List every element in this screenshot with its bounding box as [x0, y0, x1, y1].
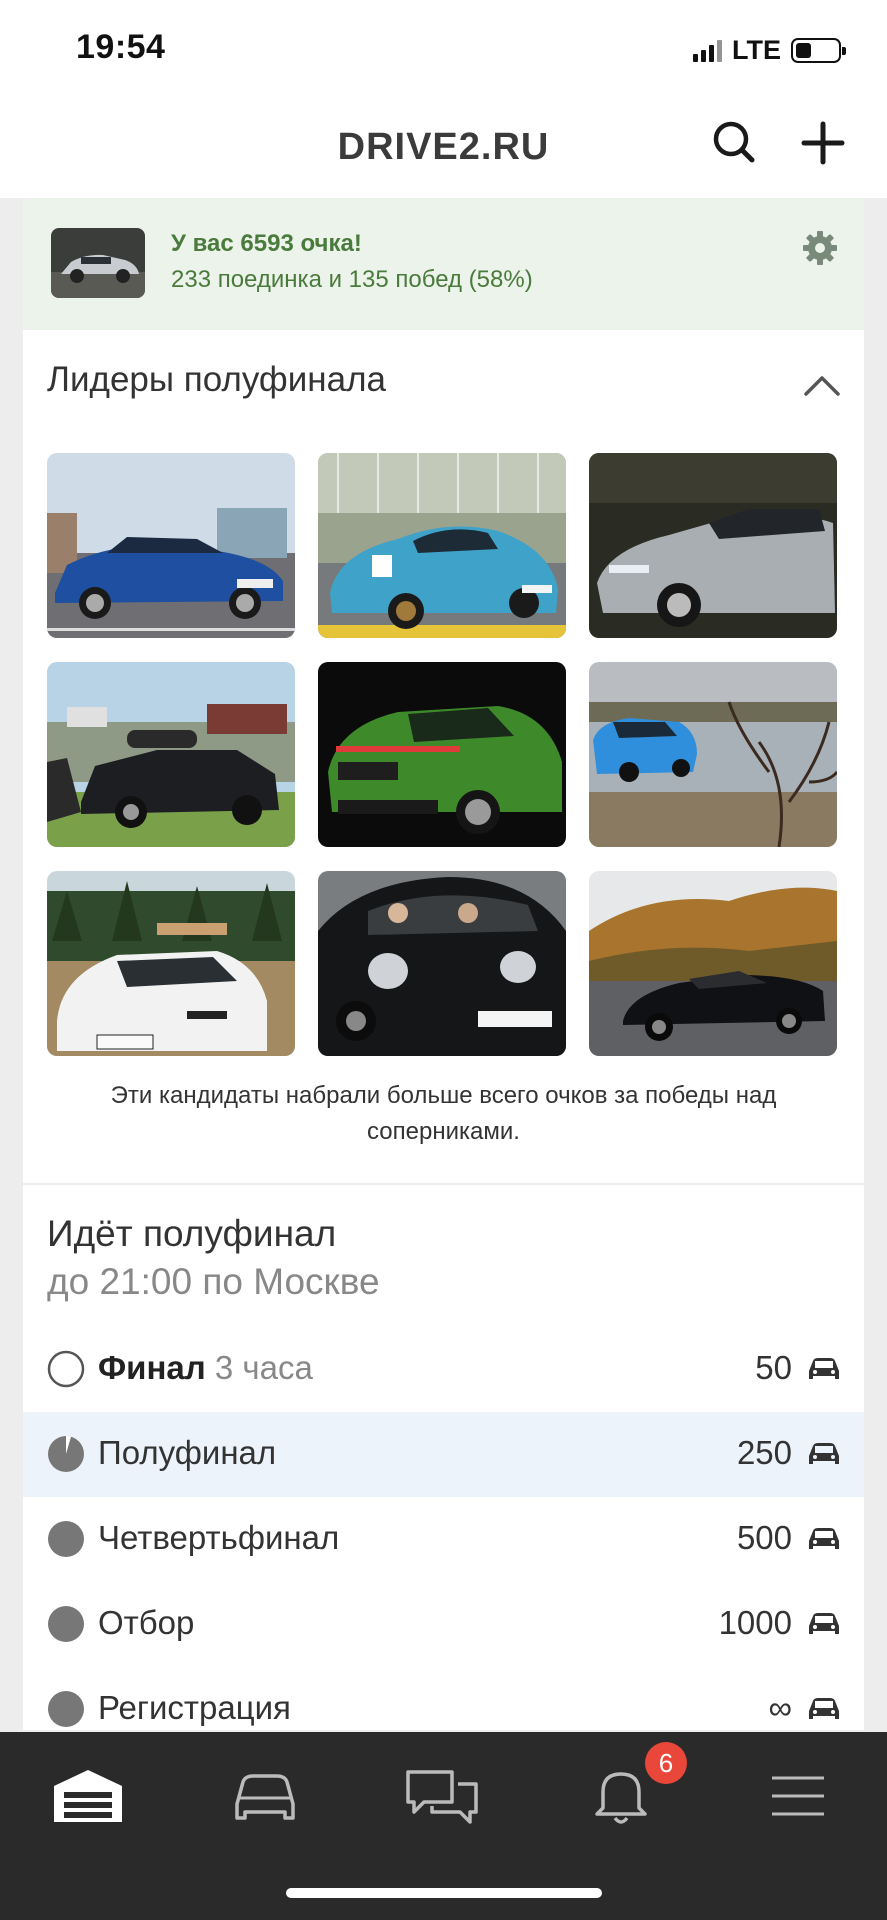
rounds-subtitle: до 21:00 по Москве	[47, 1261, 380, 1302]
car-outline-icon	[235, 1774, 295, 1820]
leader-photo[interactable]	[47, 871, 295, 1056]
round-value: 250	[736, 1434, 792, 1471]
app-header: DRIVE2.RU	[0, 98, 887, 198]
score-subtitle: 233 поединка и 135 побед (58%)	[171, 266, 533, 293]
round-value: 500	[736, 1519, 792, 1556]
leaders-note: Эти кандидаты набрали больше всего очков…	[110, 1082, 777, 1145]
score-card[interactable]: У вас 6593 очка! 233 поединка и 135 побе…	[23, 198, 864, 330]
round-done-icon	[48, 1691, 84, 1727]
car-icon	[809, 1443, 839, 1464]
user-car-avatar[interactable]	[51, 228, 145, 298]
round-current-icon	[48, 1436, 84, 1472]
gear-icon[interactable]	[800, 228, 840, 268]
round-label: Четвертьфинал	[98, 1519, 340, 1556]
round-label: Регистрация	[98, 1689, 291, 1726]
messages-icon	[406, 1770, 478, 1824]
round-value: 50	[755, 1349, 792, 1386]
leader-photo[interactable]	[47, 662, 295, 847]
leader-photo[interactable]	[589, 453, 837, 638]
rounds-title: Идёт полуфинал	[47, 1213, 337, 1254]
signal-icon	[693, 38, 722, 62]
car-icon	[809, 1613, 839, 1634]
round-value: ∞	[768, 1689, 792, 1726]
leaders-card: Лидеры полуфинала Эти кандидаты набрали …	[23, 330, 864, 1183]
status-bar: 19:54 LTE	[0, 0, 887, 98]
tab-garage[interactable]	[48, 1764, 128, 1828]
round-row-semifinal[interactable]: Полуфинал 250	[23, 1412, 864, 1497]
leaders-title: Лидеры полуфинала	[47, 360, 386, 399]
network-label: LTE	[732, 34, 781, 65]
leader-photo[interactable]	[318, 871, 566, 1056]
round-label: Финал 3 часа	[98, 1349, 313, 1386]
round-value: 1000	[718, 1604, 792, 1641]
score-title: У вас 6593 очка!	[171, 230, 362, 257]
car-icon	[809, 1358, 839, 1379]
status-indicators: LTE	[693, 34, 846, 66]
round-row-final[interactable]: Финал 3 часа 50	[23, 1327, 864, 1412]
menu-icon	[772, 1776, 824, 1816]
home-indicator[interactable]	[286, 1888, 602, 1898]
chevron-up-icon[interactable]	[802, 372, 842, 398]
leader-photo[interactable]	[589, 662, 837, 847]
car-icon	[809, 1528, 839, 1549]
search-icon[interactable]	[710, 118, 760, 168]
leader-photo[interactable]	[318, 662, 566, 847]
round-upcoming-icon	[47, 1350, 85, 1388]
leaders-grid	[47, 453, 841, 1056]
tab-menu[interactable]	[758, 1764, 838, 1828]
notifications-badge[interactable]: 6	[645, 1742, 687, 1784]
garage-icon	[54, 1770, 122, 1822]
plus-icon[interactable]	[800, 120, 846, 166]
round-label: Полуфинал	[98, 1434, 277, 1471]
car-icon	[809, 1698, 839, 1719]
round-row-selection[interactable]: Отбор 1000	[23, 1582, 864, 1667]
leader-photo[interactable]	[318, 453, 566, 638]
round-done-icon	[48, 1521, 84, 1557]
leader-photo[interactable]	[47, 453, 295, 638]
leader-photo[interactable]	[589, 871, 837, 1056]
status-time: 19:54	[76, 28, 166, 66]
tab-cars[interactable]	[225, 1764, 305, 1828]
round-label: Отбор	[98, 1604, 195, 1641]
round-duration: 3 часа	[214, 1349, 313, 1386]
tab-messages[interactable]	[402, 1764, 482, 1828]
round-row-quarterfinal[interactable]: Четвертьфинал 500	[23, 1497, 864, 1582]
rounds-card: Идёт полуфинал до 21:00 по Москве Финал …	[23, 1185, 864, 1730]
battery-icon	[791, 37, 846, 63]
round-done-icon	[48, 1606, 84, 1642]
